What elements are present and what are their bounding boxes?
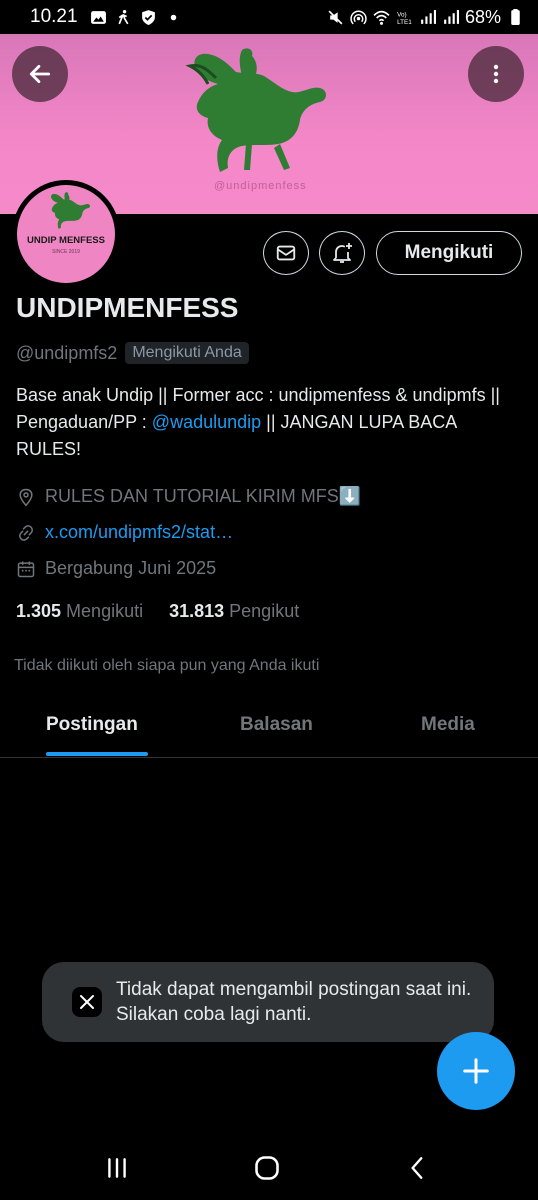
horse-rider-illustration (185, 48, 326, 172)
battery-percent: 68% (464, 6, 501, 27)
arrow-left-icon (29, 65, 51, 83)
follow-counts: 1.305 Mengikuti 31.813 Pengikut (16, 601, 299, 622)
status-bar: 10.21 Vo) LTE1 68% (0, 0, 538, 34)
recents-icon (108, 1158, 126, 1178)
status-right: Vo) LTE1 68% (327, 7, 524, 28)
following-button[interactable]: Mengikuti (376, 231, 522, 275)
followers-label: Pengikut (229, 601, 300, 621)
more-options-button[interactable] (468, 46, 524, 102)
status-time: 10.21 (30, 6, 78, 27)
system-navigation-bar (0, 1130, 538, 1200)
location-text: RULES DAN TUTORIAL KIRIM MFS⬇️ (45, 486, 362, 506)
following-count: 1.305 (16, 601, 62, 621)
svg-text:Vo): Vo) (397, 11, 407, 18)
calendar-icon (17, 561, 35, 577)
message-button[interactable] (263, 231, 309, 275)
mute-icon (328, 10, 343, 24)
shield-check-icon (141, 9, 155, 25)
gallery-icon (90, 10, 106, 24)
following-count-link[interactable]: 1.305 Mengikuti (16, 601, 143, 622)
avatar-horse-icon (50, 192, 90, 229)
signal-icon-2 (444, 9, 459, 24)
handle-row: @undipmfs2 Mengikuti Anda (16, 342, 249, 364)
follows-you-badge: Mengikuti Anda (125, 342, 249, 364)
home-button[interactable] (247, 1150, 287, 1186)
chevron-left-icon (411, 1157, 423, 1179)
x-logo-icon (72, 987, 102, 1017)
avatar-subtitle: SINCE 2019 (52, 249, 80, 255)
battery-icon (511, 8, 520, 25)
following-label: Mengikuti (66, 601, 144, 621)
home-icon (255, 1156, 279, 1180)
recent-apps-button[interactable] (97, 1150, 137, 1186)
more-vertical-icon (493, 64, 499, 84)
avatar-title: UNDIP MENFESS (27, 235, 105, 246)
toast-message: Tidak dapat mengambil postingan saat ini… (116, 979, 472, 1025)
location-row: RULES DAN TUTORIAL KIRIM MFS⬇️ (16, 486, 361, 507)
mail-icon (276, 245, 296, 261)
bio: Base anak Undip || Former acc : undipmen… (16, 382, 526, 463)
tab-posts[interactable]: Postingan (46, 714, 138, 736)
compose-button[interactable] (437, 1032, 515, 1110)
error-toast: Tidak dapat mengambil postingan saat ini… (42, 962, 494, 1042)
handle: @undipmfs2 (16, 342, 118, 363)
system-back-button[interactable] (398, 1150, 438, 1186)
active-tab-indicator (46, 752, 148, 756)
bell-plus-icon (333, 243, 352, 263)
avatar-ring[interactable]: UNDIP MENFESS SINCE 2019 (12, 180, 120, 288)
joined-row: Bergabung Juni 2025 (16, 558, 216, 579)
wifi-icon (373, 10, 390, 25)
not-followed-notice: Tidak diikuti oleh siapa pun yang Anda i… (14, 657, 320, 674)
followers-count: 31.813 (169, 601, 225, 621)
notifications-button[interactable] (319, 231, 365, 275)
tab-media[interactable]: Media (421, 714, 475, 736)
dot-icon (170, 14, 176, 20)
profile-tabs: Postingan Balasan Media (0, 698, 538, 758)
hotspot-icon (350, 9, 367, 24)
svg-text:LTE1: LTE1 (397, 18, 412, 25)
avatar[interactable]: UNDIP MENFESS SINCE 2019 (17, 185, 115, 283)
bio-mention-link[interactable]: @wadulundip (152, 412, 261, 432)
walking-icon (118, 9, 129, 24)
lte-icon: Vo)LTE1 (397, 11, 412, 25)
display-name: UNDIPMENFESS (16, 292, 239, 323)
website-link[interactable]: x.com/undipmfs2/stat… (45, 522, 233, 543)
signal-icon (421, 9, 436, 24)
banner-watermark: @undipmenfess (214, 180, 307, 192)
followers-count-link[interactable]: 31.813 Pengikut (169, 601, 299, 622)
back-button[interactable] (12, 46, 68, 102)
website-row[interactable]: x.com/undipmfs2/stat… (16, 522, 233, 543)
plus-icon (463, 1058, 489, 1084)
status-left-icons (90, 9, 182, 26)
location-pin-icon (19, 488, 33, 506)
joined-text: Bergabung Juni 2025 (45, 558, 217, 578)
tab-replies[interactable]: Balasan (240, 714, 313, 736)
link-icon (19, 524, 33, 541)
